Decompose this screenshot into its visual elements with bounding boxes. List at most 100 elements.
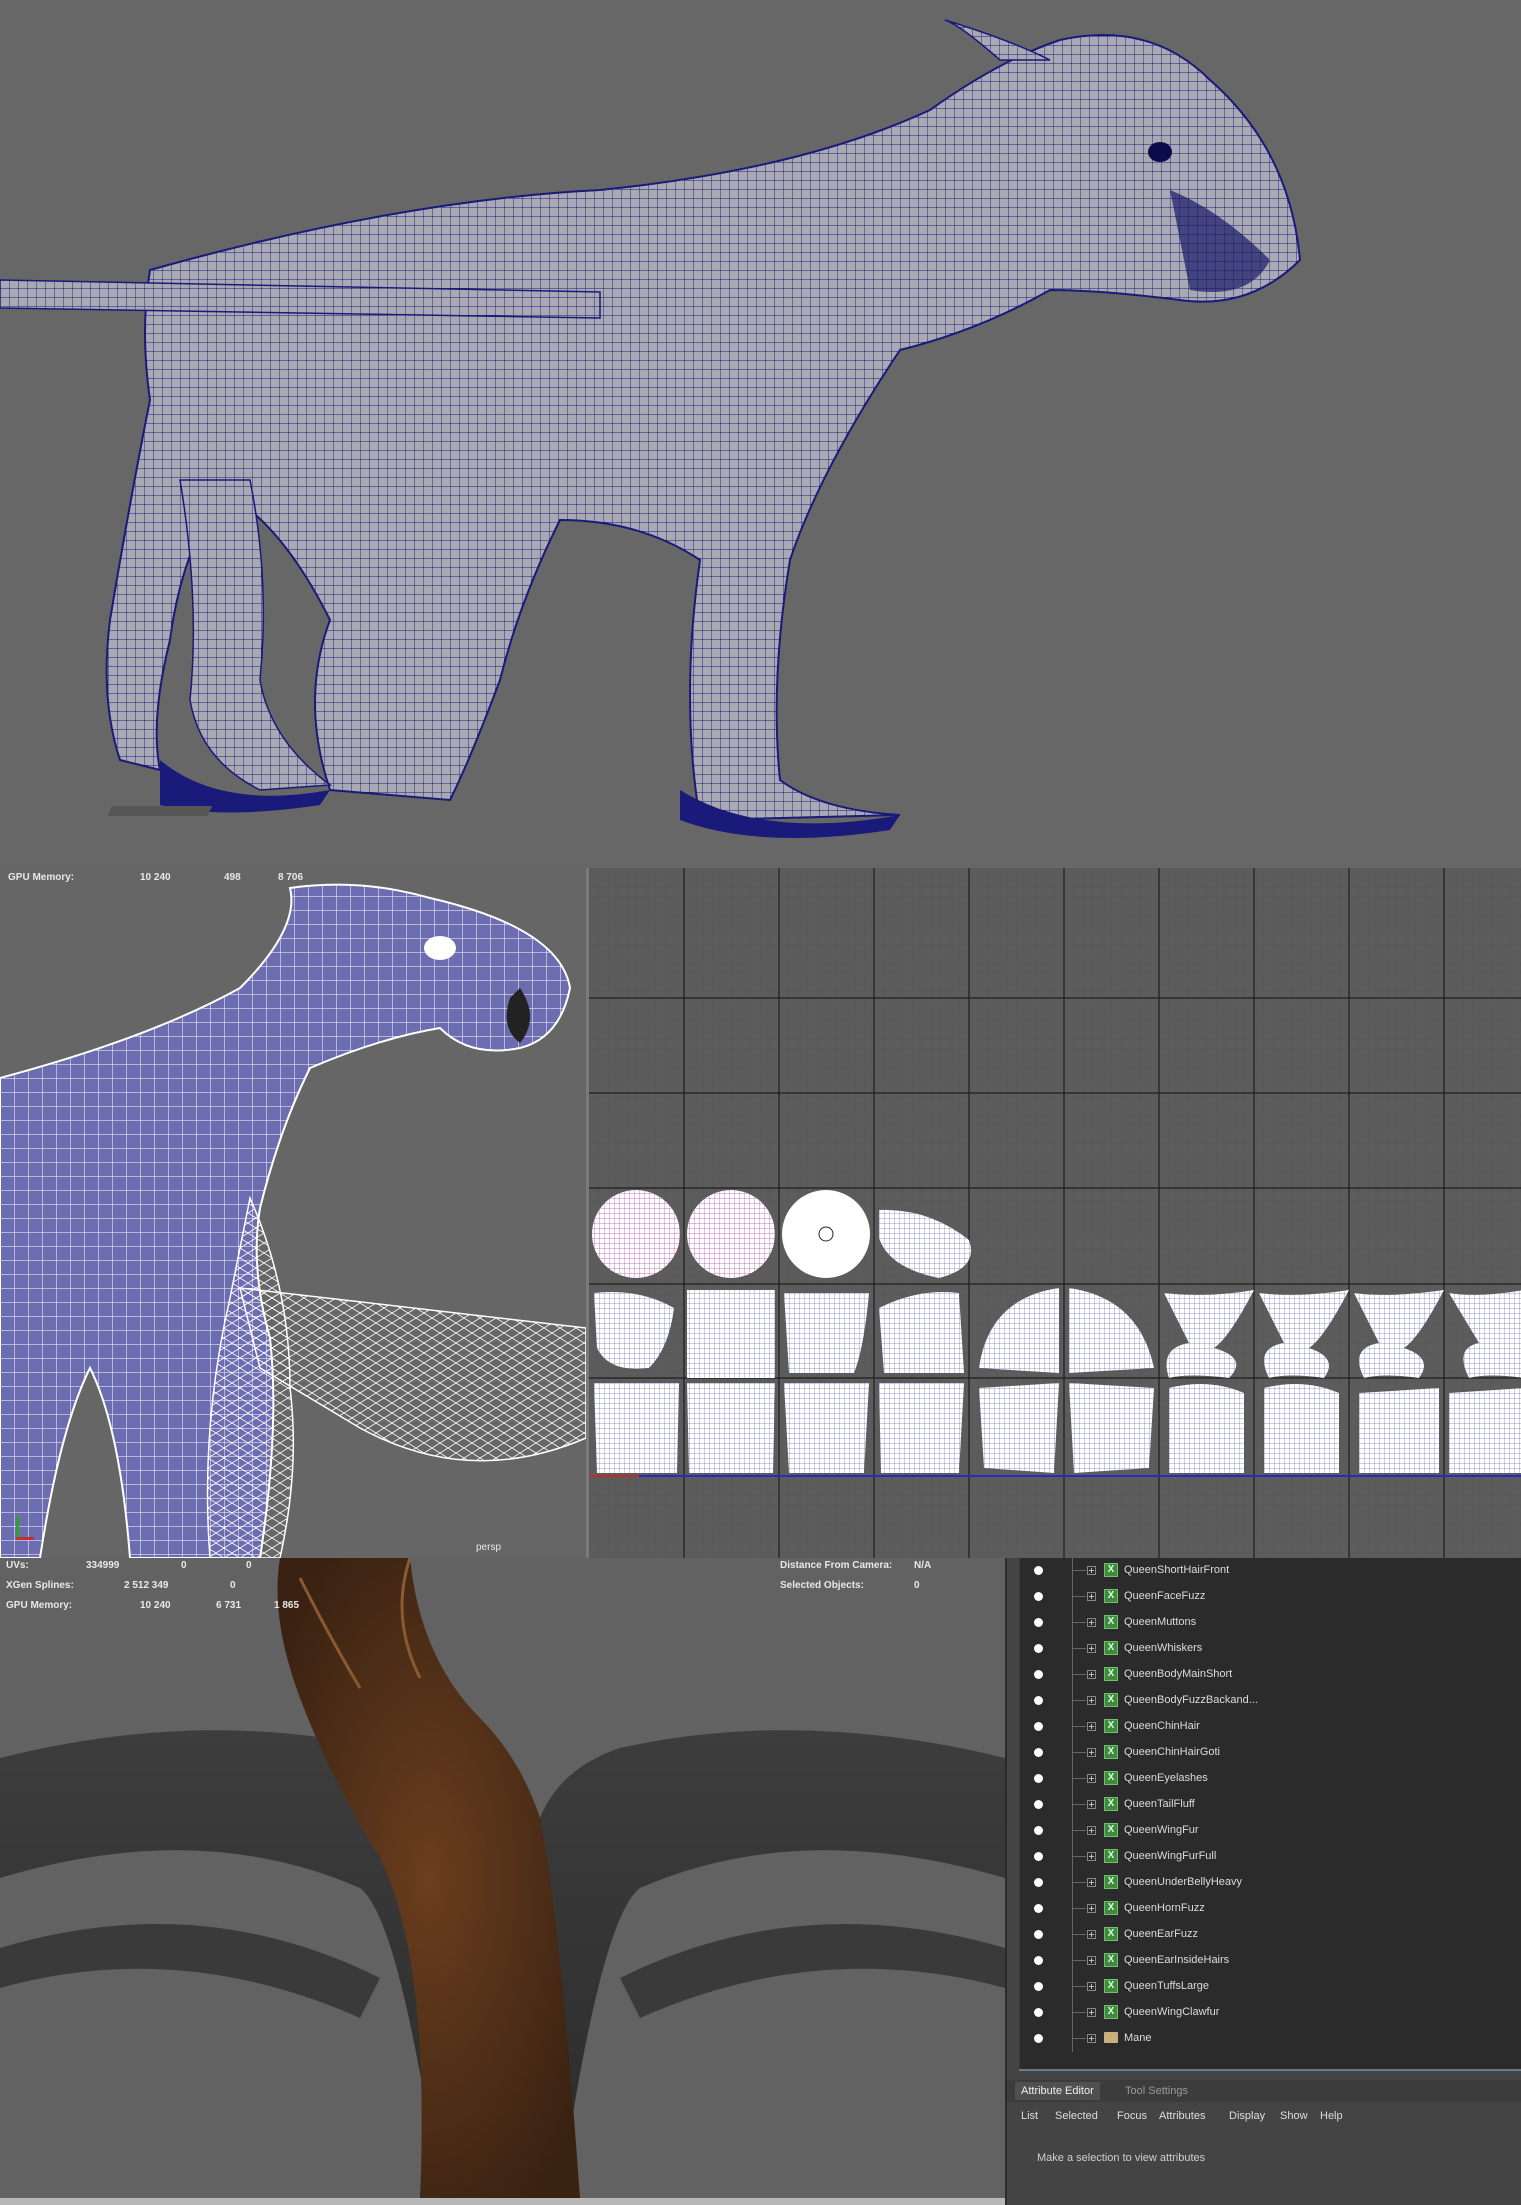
tree-line — [1072, 1948, 1073, 1974]
outliner-item[interactable]: X QueenChinHair — [1008, 1714, 1521, 1740]
outliner-item-label: QueenEarFuzz — [1124, 1928, 1198, 1940]
expand-plus-icon[interactable] — [1087, 1982, 1096, 1991]
visibility-toggle-icon[interactable] — [1034, 1982, 1043, 1991]
menu-selected[interactable]: Selected — [1055, 2110, 1098, 2122]
tree-line — [1072, 1766, 1073, 1792]
visibility-toggle-icon[interactable] — [1034, 1930, 1043, 1939]
expand-plus-icon[interactable] — [1087, 1826, 1096, 1835]
visibility-toggle-icon[interactable] — [1034, 1878, 1043, 1887]
expand-plus-icon[interactable] — [1087, 1644, 1096, 1653]
viewport-render-fur[interactable]: UVs: 334999 0 0 XGen Splines: 2 512 349 … — [0, 1558, 1005, 2198]
menu-focus[interactable]: Focus — [1117, 2110, 1147, 2122]
xgen-icon: X — [1104, 1563, 1118, 1577]
expand-plus-icon[interactable] — [1087, 1592, 1096, 1601]
expand-plus-icon[interactable] — [1087, 1722, 1096, 1731]
visibility-toggle-icon[interactable] — [1034, 1904, 1043, 1913]
attribute-editor-menu: List Selected Focus Attributes Display S… — [1021, 2110, 1521, 2126]
expand-plus-icon[interactable] — [1087, 1748, 1096, 1757]
xgen-icon: X — [1104, 2005, 1118, 2019]
expand-plus-icon[interactable] — [1087, 1670, 1096, 1679]
visibility-toggle-icon[interactable] — [1034, 1670, 1043, 1679]
visibility-toggle-icon[interactable] — [1034, 2008, 1043, 2017]
outliner-item[interactable]: X QueenHornFuzz — [1008, 1896, 1521, 1922]
visibility-toggle-icon[interactable] — [1034, 1696, 1043, 1705]
xgen-icon: X — [1104, 1979, 1118, 1993]
outliner-item[interactable]: X QueenTailFluff — [1008, 1792, 1521, 1818]
expand-plus-icon[interactable] — [1087, 1904, 1096, 1913]
expand-plus-icon[interactable] — [1087, 1800, 1096, 1809]
expand-plus-icon[interactable] — [1087, 1774, 1096, 1783]
outliner-item[interactable]: X QueenChinHairGoti — [1008, 1740, 1521, 1766]
visibility-toggle-icon[interactable] — [1034, 1826, 1043, 1835]
visibility-toggle-icon[interactable] — [1034, 1748, 1043, 1757]
outliner-item-label: QueenFaceFuzz — [1124, 1590, 1206, 1602]
expand-plus-icon[interactable] — [1087, 1878, 1096, 1887]
menu-attributes[interactable]: Attributes — [1159, 2110, 1205, 2122]
outliner-item-label: QueenWhiskers — [1124, 1642, 1203, 1654]
outliner[interactable]: X QueenShortHairFront X QueenFaceFuzz X Queen… — [1019, 1558, 1521, 2070]
visibility-toggle-icon[interactable] — [1034, 1800, 1043, 1809]
tree-line — [1072, 1740, 1073, 1766]
outliner-item[interactable]: X QueenWingFurFull — [1008, 1844, 1521, 1870]
visibility-toggle-icon[interactable] — [1034, 1722, 1043, 1731]
outliner-item[interactable]: X QueenMuttons — [1008, 1610, 1521, 1636]
visibility-toggle-icon[interactable] — [1034, 1566, 1043, 1575]
outliner-item-label: Mane — [1124, 2032, 1152, 2044]
expand-plus-icon[interactable] — [1087, 1566, 1096, 1575]
outliner-item[interactable]: X QueenBodyMainShort — [1008, 1662, 1521, 1688]
tree-branch — [1072, 1648, 1086, 1649]
visibility-toggle-icon[interactable] — [1034, 2034, 1043, 2043]
tab-attribute-editor[interactable]: Attribute Editor — [1015, 2082, 1100, 2100]
outliner-item[interactable]: X QueenBodyFuzzBackand... — [1008, 1688, 1521, 1714]
visibility-toggle-icon[interactable] — [1034, 1852, 1043, 1861]
outliner-item[interactable]: X QueenTuffsLarge — [1008, 1974, 1521, 2000]
tree-line — [1072, 1922, 1073, 1948]
outliner-item[interactable]: Mane — [1008, 2026, 1521, 2052]
outliner-item-label: QueenTailFluff — [1124, 1798, 1195, 1810]
expand-plus-icon[interactable] — [1087, 1930, 1096, 1939]
viewport-perspective[interactable]: GPU Memory: 10 240 498 8 706 persp — [0, 868, 586, 1558]
outliner-item-label: QueenShortHairFront — [1124, 1564, 1230, 1576]
tab-tool-settings[interactable]: Tool Settings — [1119, 2082, 1194, 2100]
outliner-item[interactable]: X QueenEarInsideHairs — [1008, 1948, 1521, 1974]
expand-plus-icon[interactable] — [1087, 1852, 1096, 1861]
menu-display[interactable]: Display — [1229, 2110, 1265, 2122]
tree-branch — [1072, 1752, 1086, 1753]
outliner-item[interactable]: X QueenWingFur — [1008, 1818, 1521, 1844]
outliner-item[interactable]: X QueenWingClawfur — [1008, 2000, 1521, 2026]
outliner-item-label: QueenChinHairGoti — [1124, 1746, 1220, 1758]
menu-show[interactable]: Show — [1280, 2110, 1308, 2122]
outliner-item-label: QueenEarInsideHairs — [1124, 1954, 1230, 1966]
menu-list[interactable]: List — [1021, 2110, 1038, 2122]
tree-branch — [1072, 2012, 1086, 2013]
outliner-item-label: QueenChinHair — [1124, 1720, 1200, 1732]
expand-plus-icon[interactable] — [1087, 2034, 1096, 2043]
visibility-toggle-icon[interactable] — [1034, 1956, 1043, 1965]
tree-branch — [1072, 1622, 1086, 1623]
tree-branch — [1072, 1908, 1086, 1909]
outliner-item[interactable]: X QueenWhiskers — [1008, 1636, 1521, 1662]
expand-plus-icon[interactable] — [1087, 1956, 1096, 1965]
expand-plus-icon[interactable] — [1087, 1696, 1096, 1705]
outliner-item[interactable]: X QueenFaceFuzz — [1008, 1584, 1521, 1610]
visibility-toggle-icon[interactable] — [1034, 1774, 1043, 1783]
tree-line — [1072, 1844, 1073, 1870]
viewport-side-wireframe[interactable] — [0, 0, 1521, 868]
outliner-item[interactable]: X QueenUnderBellyHeavy — [1008, 1870, 1521, 1896]
visibility-toggle-icon[interactable] — [1034, 1618, 1043, 1627]
visibility-toggle-icon[interactable] — [1034, 1644, 1043, 1653]
expand-plus-icon[interactable] — [1087, 2008, 1096, 2017]
menu-help[interactable]: Help — [1320, 2110, 1343, 2122]
outliner-item[interactable]: X QueenEarFuzz — [1008, 1922, 1521, 1948]
uv-editor[interactable] — [586, 868, 1521, 1558]
outliner-item[interactable]: X QueenShortHairFront — [1008, 1558, 1521, 1584]
tree-branch — [1072, 1882, 1086, 1883]
xgen-icon: X — [1104, 1797, 1118, 1811]
outliner-item[interactable]: X QueenEyelashes — [1008, 1766, 1521, 1792]
outliner-item-label: QueenWingClawfur — [1124, 2006, 1220, 2018]
panel-splitter[interactable] — [1019, 2069, 1521, 2071]
visibility-toggle-icon[interactable] — [1034, 1592, 1043, 1601]
xgen-icon: X — [1104, 1875, 1118, 1889]
expand-plus-icon[interactable] — [1087, 1618, 1096, 1627]
tree-branch — [1072, 1856, 1086, 1857]
